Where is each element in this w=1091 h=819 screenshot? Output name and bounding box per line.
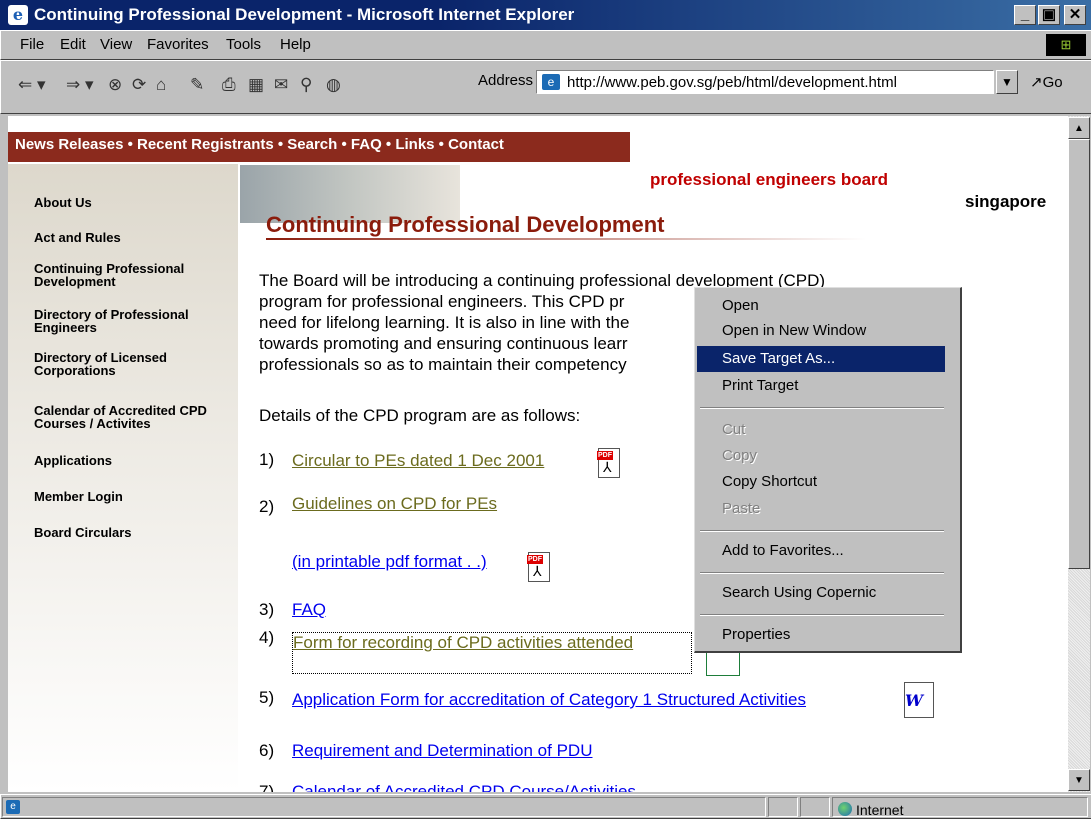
item-number: 5): [259, 688, 275, 707]
ctx-add-to-favorites[interactable]: Add to Favorites...: [722, 542, 844, 559]
link-calendar[interactable]: Calendar of Accredited CPD Course/Activi…: [292, 782, 636, 792]
refresh-icon[interactable]: ⟳: [132, 75, 146, 95]
sidebar-item-directory-corporations[interactable]: Directory of Licensed Corporations: [34, 351, 234, 377]
item-number: 3): [259, 600, 275, 619]
menu-edit[interactable]: Edit: [60, 36, 86, 53]
org-name: professional engineers board: [650, 170, 889, 189]
pdf-icon[interactable]: PDF ⅄: [597, 448, 620, 478]
ctx-search-copernic[interactable]: Search Using Copernic: [722, 584, 876, 601]
sidebar-item-act-and-rules[interactable]: Act and Rules: [34, 231, 234, 244]
menu-grip: [8, 34, 11, 54]
edit-page-icon[interactable]: ✎: [190, 75, 204, 95]
ctx-copy-shortcut[interactable]: Copy Shortcut: [722, 473, 817, 490]
ctx-print-target[interactable]: Print Target: [722, 377, 798, 394]
item-number: 7): [259, 782, 275, 792]
org-country: singapore: [965, 192, 1047, 211]
mail-icon[interactable]: ✉: [274, 75, 288, 95]
link-faq[interactable]: FAQ: [292, 600, 326, 620]
sidebar-item-applications[interactable]: Applications: [34, 454, 234, 467]
history-icon[interactable]: ▦: [248, 75, 264, 95]
print-icon[interactable]: ⎙: [222, 75, 236, 95]
ctx-open[interactable]: Open: [722, 297, 759, 314]
pdf-icon[interactable]: PDF ⅄: [527, 552, 550, 582]
scrollbar-thumb[interactable]: [1068, 139, 1090, 569]
acrobat-glyph: ⅄: [603, 459, 612, 475]
scroll-up-button[interactable]: ▲: [1068, 117, 1090, 139]
page-icon: e: [542, 74, 560, 90]
close-button[interactable]: ✕: [1064, 5, 1086, 25]
ie-logo-icon[interactable]: e: [8, 5, 28, 25]
details-text: Details of the CPD program are as follow…: [259, 406, 581, 425]
link-accreditation-form[interactable]: Application Form for accreditation of Ca…: [292, 690, 806, 710]
ctx-properties[interactable]: Properties: [722, 626, 790, 643]
maximize-button[interactable]: ▣: [1038, 5, 1060, 25]
sidebar-item-about-us[interactable]: About Us: [34, 196, 234, 209]
word-glyph: W: [905, 691, 923, 710]
item-7-clip: 7) Calendar of Accredited CPD Course/Act…: [259, 782, 759, 792]
word-doc-icon[interactable]: W: [904, 682, 934, 718]
sidebar-item-board-circulars[interactable]: Board Circulars: [34, 526, 234, 539]
search-icon[interactable]: ⚲: [300, 75, 312, 95]
ctx-separator: [700, 572, 944, 574]
menu-view[interactable]: View: [100, 36, 132, 53]
messenger-icon[interactable]: ◍: [326, 75, 341, 95]
go-arrow-icon: ↗: [1030, 74, 1043, 91]
item-number: 2): [259, 497, 275, 516]
forward-icon[interactable]: ⇒ ▾: [66, 75, 94, 95]
address-value[interactable]: http://www.peb.gov.sg/peb/html/developme…: [567, 74, 897, 91]
page-status-icon: e: [6, 800, 20, 814]
go-label: Go: [1042, 74, 1063, 91]
status-message-cell: [2, 797, 766, 817]
ctx-save-target-as[interactable]: Save Target As...: [722, 350, 835, 367]
menu-file[interactable]: File: [20, 36, 44, 53]
excel-icon[interactable]: [706, 650, 740, 676]
item-number: 4): [259, 628, 275, 647]
sidebar-item-directory-pe[interactable]: Directory of Professional Engineers: [34, 308, 234, 334]
sidebar-item-member-login[interactable]: Member Login: [34, 490, 234, 503]
windows-logo-icon: ⊞: [1046, 34, 1086, 56]
address-dropdown-button[interactable]: ▼: [996, 70, 1018, 94]
menu-favorites[interactable]: Favorites: [147, 36, 209, 53]
sidebar-item-cpd[interactable]: Continuing Professional Development: [34, 262, 234, 288]
stop-icon[interactable]: ⊗: [108, 75, 122, 95]
link-recording-form[interactable]: Form for recording of CPD activities att…: [292, 632, 692, 674]
link-guidelines[interactable]: Guidelines on CPD for PEs: [292, 494, 497, 514]
security-zone: Internet: [856, 802, 904, 818]
link-guidelines-pdf[interactable]: (in printable pdf format . .): [292, 552, 487, 572]
site-nav-links[interactable]: News Releases • Recent Registrants • Sea…: [15, 136, 504, 153]
ctx-cut[interactable]: Cut: [722, 421, 745, 438]
back-icon[interactable]: ⇐ ▾: [18, 75, 46, 95]
globe-icon: [838, 802, 852, 816]
item-number: 6): [259, 741, 275, 760]
ctx-separator: [700, 614, 944, 616]
ctx-copy[interactable]: Copy: [722, 447, 757, 464]
title-underline: [266, 238, 866, 240]
link-pdu[interactable]: Requirement and Determination of PDU: [292, 741, 592, 761]
ctx-open-new-window[interactable]: Open in New Window: [722, 322, 866, 339]
menu-tools[interactable]: Tools: [226, 36, 261, 53]
home-icon[interactable]: ⌂: [156, 75, 166, 95]
acrobat-glyph: ⅄: [533, 563, 542, 579]
address-label: Address: [478, 72, 534, 89]
ctx-separator: [700, 530, 944, 532]
window-title: Continuing Professional Development - Mi…: [34, 5, 575, 24]
ctx-paste[interactable]: Paste: [722, 500, 760, 517]
page-title: Continuing Professional Development: [266, 212, 665, 237]
ctx-separator: [700, 407, 944, 409]
link-circular[interactable]: Circular to PEs dated 1 Dec 2001: [292, 451, 544, 471]
status-cell: [768, 797, 798, 817]
sidebar-item-calendar[interactable]: Calendar of Accredited CPD Courses / Act…: [34, 404, 234, 430]
go-button[interactable]: ↗Go: [1030, 73, 1063, 91]
menu-help[interactable]: Help: [280, 36, 311, 53]
status-cell: [800, 797, 830, 817]
item-number: 1): [259, 450, 275, 469]
scroll-down-button[interactable]: ▼: [1068, 769, 1090, 791]
sidebar: [8, 164, 238, 792]
minimize-button[interactable]: _: [1014, 5, 1036, 25]
